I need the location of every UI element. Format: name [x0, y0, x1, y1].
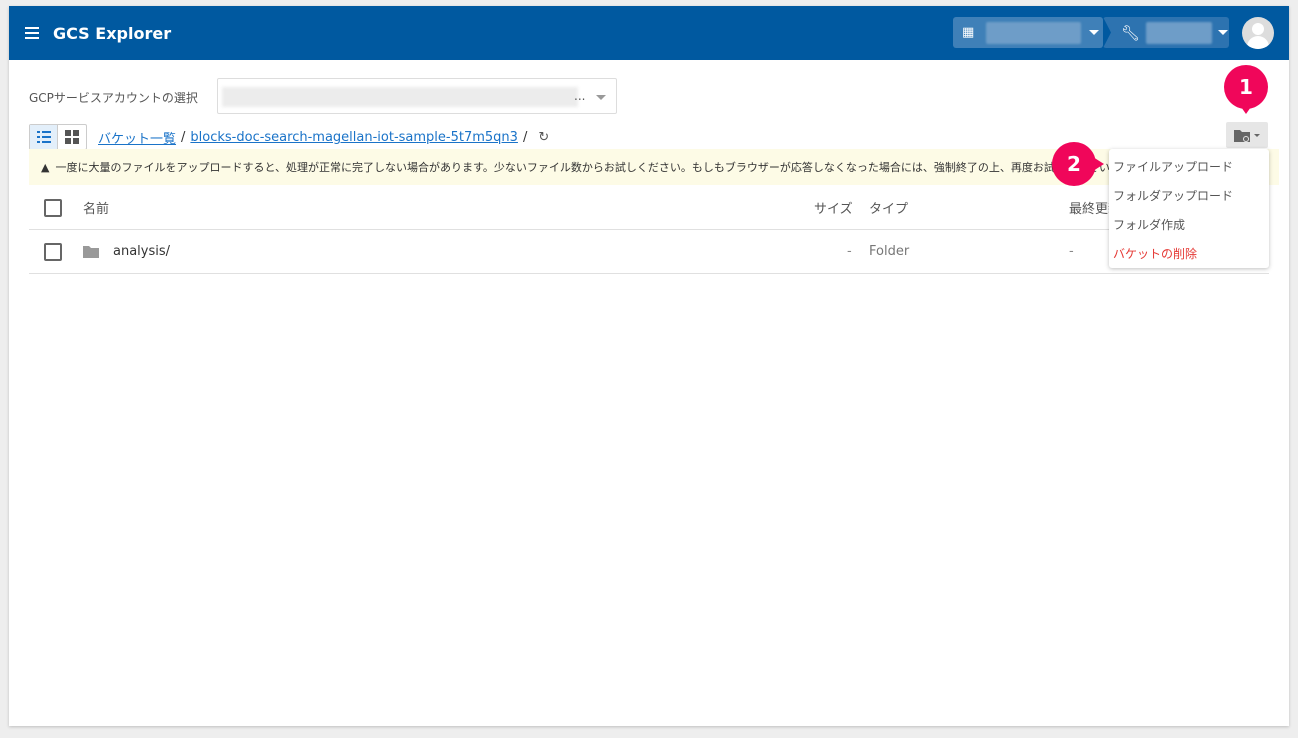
hamburger-menu-icon[interactable]	[25, 27, 39, 39]
refresh-icon[interactable]: ↻	[538, 130, 549, 145]
account-select[interactable]: ...	[217, 78, 617, 114]
bucket-actions-button[interactable]	[1226, 122, 1268, 148]
row-size: -	[847, 244, 852, 259]
breadcrumb-bucket[interactable]: blocks-doc-search-magellan-iot-sample-5t…	[190, 130, 518, 145]
grid-view-button[interactable]	[58, 125, 86, 149]
app-title: GCS Explorer	[53, 23, 172, 43]
app-header: GCS Explorer ▦ 🔧︎	[9, 6, 1289, 60]
select-all-checkbox[interactable]	[44, 198, 62, 217]
folder-settings-icon	[1234, 129, 1250, 142]
column-type[interactable]: タイプ	[869, 198, 908, 217]
tool-selector[interactable]: 🔧︎	[1103, 17, 1229, 48]
view-toggle	[29, 124, 87, 150]
chevron-down-icon	[596, 95, 606, 100]
bucket-actions-menu: ファイルアップロード フォルダアップロード フォルダ作成 バケットの削除	[1109, 149, 1269, 268]
table-row[interactable]: analysis/ - Folder -	[29, 230, 1269, 274]
organization-selector[interactable]: ▦	[953, 17, 1103, 48]
row-checkbox[interactable]	[44, 242, 62, 261]
breadcrumb-separator: /	[522, 130, 528, 145]
chevron-down-icon	[1218, 30, 1229, 35]
chevron-down-icon	[1254, 133, 1260, 137]
wrench-icon: 🔧︎	[1121, 23, 1141, 42]
breadcrumb: バケット一覧 / blocks-doc-search-magellan-iot-…	[98, 128, 549, 147]
row-name[interactable]: analysis/	[113, 244, 170, 259]
folder-icon	[83, 246, 99, 258]
menu-item-delete-bucket[interactable]: バケットの削除	[1109, 240, 1269, 269]
organization-name-blurred	[986, 21, 1082, 44]
step-marker-1: 1	[1224, 65, 1268, 109]
menu-item-file-upload[interactable]: ファイルアップロード	[1109, 153, 1269, 182]
tool-name-blurred	[1146, 21, 1213, 44]
app-window: GCS Explorer ▦ 🔧︎ GCPサービスアカウントの選択 ... バケ…	[9, 6, 1289, 726]
marker-pointer	[1239, 104, 1253, 114]
menu-item-folder-upload[interactable]: フォルダアップロード	[1109, 182, 1269, 211]
grid-icon	[65, 130, 79, 144]
account-ellipsis: ...	[574, 89, 586, 103]
row-modified: -	[1069, 244, 1074, 259]
menu-item-create-folder[interactable]: フォルダ作成	[1109, 211, 1269, 240]
account-value-blurred	[222, 87, 578, 107]
breadcrumb-separator: /	[181, 130, 186, 145]
list-icon	[36, 131, 51, 143]
marker-pointer	[1093, 157, 1104, 171]
account-select-label: GCPサービスアカウントの選択	[29, 91, 198, 105]
row-type: Folder	[869, 244, 910, 259]
building-icon: ▦	[962, 25, 975, 40]
breadcrumb-bucket-list[interactable]: バケット一覧	[98, 128, 176, 147]
table-header: 名前 サイズ タイプ 最終更新	[29, 186, 1269, 230]
list-view-button[interactable]	[30, 125, 58, 149]
marker-label: 1	[1239, 75, 1253, 99]
marker-label: 2	[1067, 152, 1081, 176]
user-avatar[interactable]	[1242, 17, 1274, 49]
step-marker-2: 2	[1052, 142, 1096, 186]
column-size[interactable]: サイズ	[814, 198, 853, 217]
warning-text: 一度に大量のファイルをアップロードすると、処理が正常に完了しない場合があります。…	[55, 161, 1121, 174]
chevron-down-icon	[1089, 30, 1100, 35]
column-name[interactable]: 名前	[83, 198, 109, 217]
warning-icon: ▲	[41, 160, 50, 174]
